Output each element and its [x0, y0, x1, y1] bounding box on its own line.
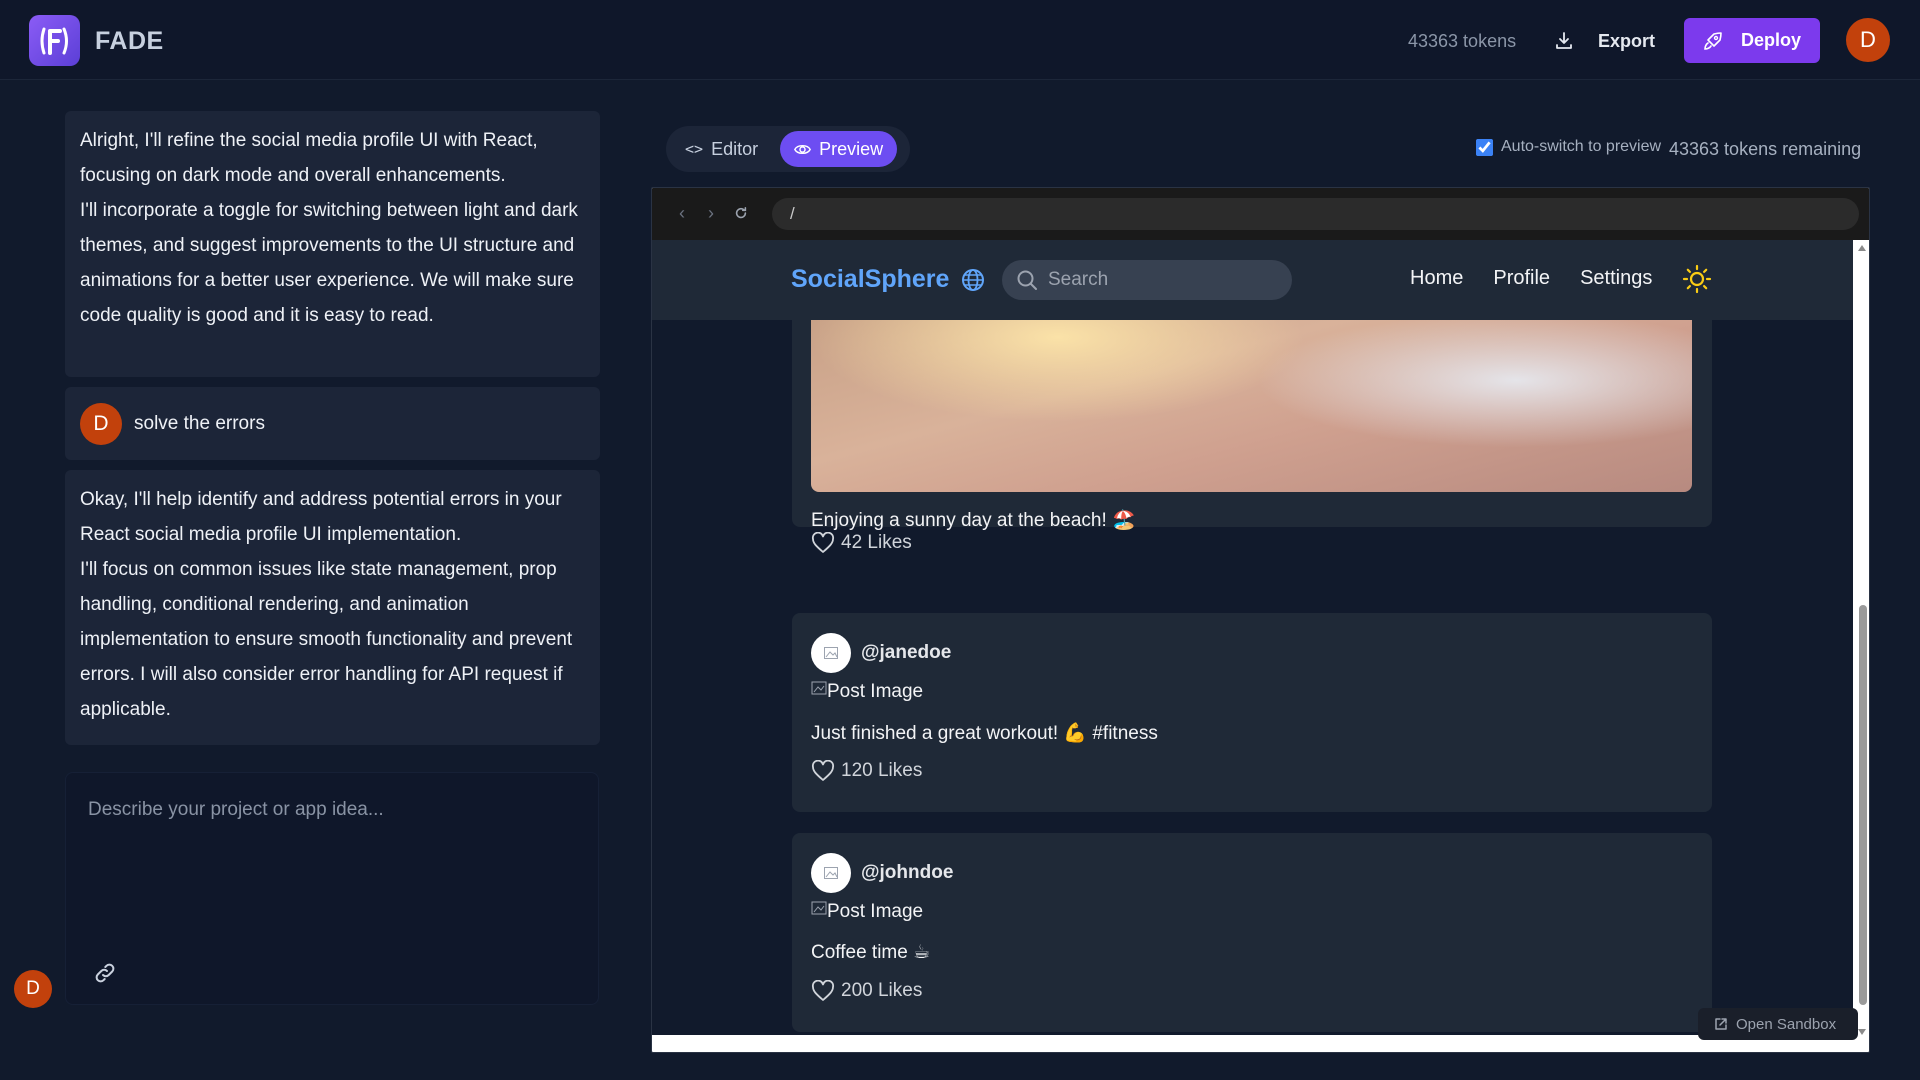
- site-logo[interactable]: SocialSphere: [791, 265, 985, 294]
- rocket-icon: [1704, 31, 1722, 50]
- image-alt-text: Post Image: [827, 681, 924, 702]
- assistant-message: Okay, I'll help identify and address pot…: [65, 470, 600, 745]
- like-button[interactable]: 120 Likes: [811, 760, 922, 782]
- post-card: @johndoe Post Image Coffee time ☕ 200 Li…: [792, 833, 1712, 1032]
- like-count: 200 Likes: [841, 980, 923, 1001]
- app-logo[interactable]: [29, 15, 80, 66]
- url-input[interactable]: /: [772, 198, 1859, 230]
- token-count: 43363 tokens: [1408, 31, 1517, 51]
- post-author[interactable]: @janedoe: [811, 633, 951, 673]
- nav-link-profile[interactable]: Profile: [1493, 267, 1550, 290]
- back-icon[interactable]: ‹: [672, 202, 692, 224]
- post-image: [811, 320, 1692, 492]
- eye-icon: [794, 144, 812, 154]
- deploy-label: Deploy: [1740, 30, 1801, 50]
- like-button[interactable]: 200 Likes: [811, 980, 922, 1002]
- author-avatar: [811, 633, 851, 673]
- site-search: [1002, 260, 1292, 300]
- site-nav-links: Home Profile Settings: [1410, 267, 1652, 290]
- scrollbar-thumb[interactable]: [1859, 605, 1867, 1005]
- scroll-down-icon[interactable]: [1857, 1028, 1867, 1036]
- assistant-message: Alright, I'll refine the social media pr…: [65, 111, 600, 377]
- user-message: D solve the errors: [65, 387, 600, 460]
- message-paragraph: I'll focus on common issues like state m…: [80, 559, 573, 720]
- like-count: 42 Likes: [841, 532, 912, 553]
- logo-icon: [40, 27, 68, 55]
- post-image-broken: Post Image: [811, 901, 923, 923]
- export-label: Export: [1598, 30, 1656, 51]
- message-paragraph: Alright, I'll refine the social media pr…: [80, 130, 538, 186]
- reload-icon[interactable]: [731, 202, 751, 224]
- deploy-button[interactable]: Deploy: [1684, 18, 1820, 63]
- user-avatar[interactable]: D: [1846, 18, 1890, 62]
- app-name: FADE: [95, 27, 164, 55]
- heart-icon: [811, 532, 835, 553]
- forward-icon[interactable]: ›: [701, 202, 721, 224]
- preview-frame: ‹ › / SocialSphere Search Home Profile S…: [651, 187, 1870, 1053]
- message-paragraph: Okay, I'll help identify and address pot…: [80, 489, 562, 545]
- export-button[interactable]: Export: [1554, 24, 1655, 58]
- author-username: @johndoe: [861, 862, 954, 883]
- post-text: Just finished a great workout! 💪 #fitnes…: [811, 723, 1158, 744]
- browser-toolbar: ‹ › /: [652, 188, 1869, 240]
- prompt-box: [65, 772, 599, 1005]
- account-avatar[interactable]: D: [14, 970, 52, 1008]
- post-text: Coffee time ☕: [811, 942, 931, 963]
- external-link-icon: [1715, 1018, 1727, 1030]
- site-navbar: SocialSphere Home Profile Settings: [652, 240, 1853, 320]
- broken-image-icon: [811, 901, 827, 915]
- theme-toggle-sun-icon[interactable]: [1682, 264, 1712, 299]
- attach-link-icon[interactable]: [88, 956, 122, 990]
- view-tabs: <> Editor Preview: [666, 126, 910, 172]
- post-text: Enjoying a sunny day at the beach! 🏖️: [811, 510, 1136, 531]
- prompt-input[interactable]: [88, 799, 578, 949]
- post-image-broken: Post Image: [811, 681, 923, 703]
- tab-label: Preview: [819, 138, 884, 159]
- heart-icon: [811, 760, 835, 781]
- site-search-input[interactable]: [1048, 269, 1268, 291]
- tab-preview[interactable]: Preview: [780, 131, 898, 167]
- top-bar: FADE 43363 tokens Export Deploy D: [0, 0, 1920, 80]
- download-icon: [1556, 32, 1572, 49]
- nav-link-settings[interactable]: Settings: [1580, 267, 1652, 290]
- broken-image-icon: [811, 681, 827, 695]
- like-button[interactable]: 42 Likes: [811, 532, 912, 554]
- auto-switch-checkbox[interactable]: [1476, 138, 1493, 156]
- tab-label: Editor: [711, 138, 759, 159]
- user-message-text: solve the errors: [134, 413, 265, 434]
- scroll-up-icon[interactable]: [1857, 244, 1867, 252]
- search-icon: [1017, 270, 1037, 290]
- auto-switch-label: Auto-switch to preview: [1501, 138, 1662, 155]
- author-username: @janedoe: [861, 642, 952, 663]
- post-card: @janedoe Post Image Just finished a grea…: [792, 613, 1712, 812]
- like-count: 120 Likes: [841, 760, 923, 781]
- nav-link-home[interactable]: Home: [1410, 267, 1463, 290]
- preview-scrollbar[interactable]: [1853, 240, 1869, 1040]
- preview-site: SocialSphere Home Profile Settings: [652, 240, 1853, 1035]
- heart-icon: [811, 980, 835, 1001]
- globe-icon: [962, 268, 985, 291]
- author-avatar: [811, 853, 851, 893]
- tokens-remaining: 43363 tokens remaining: [1669, 139, 1862, 159]
- auto-switch-toggle[interactable]: Auto-switch to preview: [1476, 138, 1661, 156]
- post-author[interactable]: @johndoe: [811, 853, 953, 893]
- user-avatar: D: [80, 402, 122, 445]
- site-brand: SocialSphere: [791, 265, 950, 293]
- tab-editor[interactable]: <> Editor: [671, 131, 772, 167]
- open-sandbox-button[interactable]: Open Sandbox: [1698, 1008, 1858, 1040]
- open-sandbox-label: Open Sandbox: [1736, 1015, 1837, 1033]
- message-paragraph: I'll incorporate a toggle for switching …: [80, 200, 578, 326]
- image-alt-text: Post Image: [827, 901, 924, 922]
- code-icon: <>: [685, 140, 704, 158]
